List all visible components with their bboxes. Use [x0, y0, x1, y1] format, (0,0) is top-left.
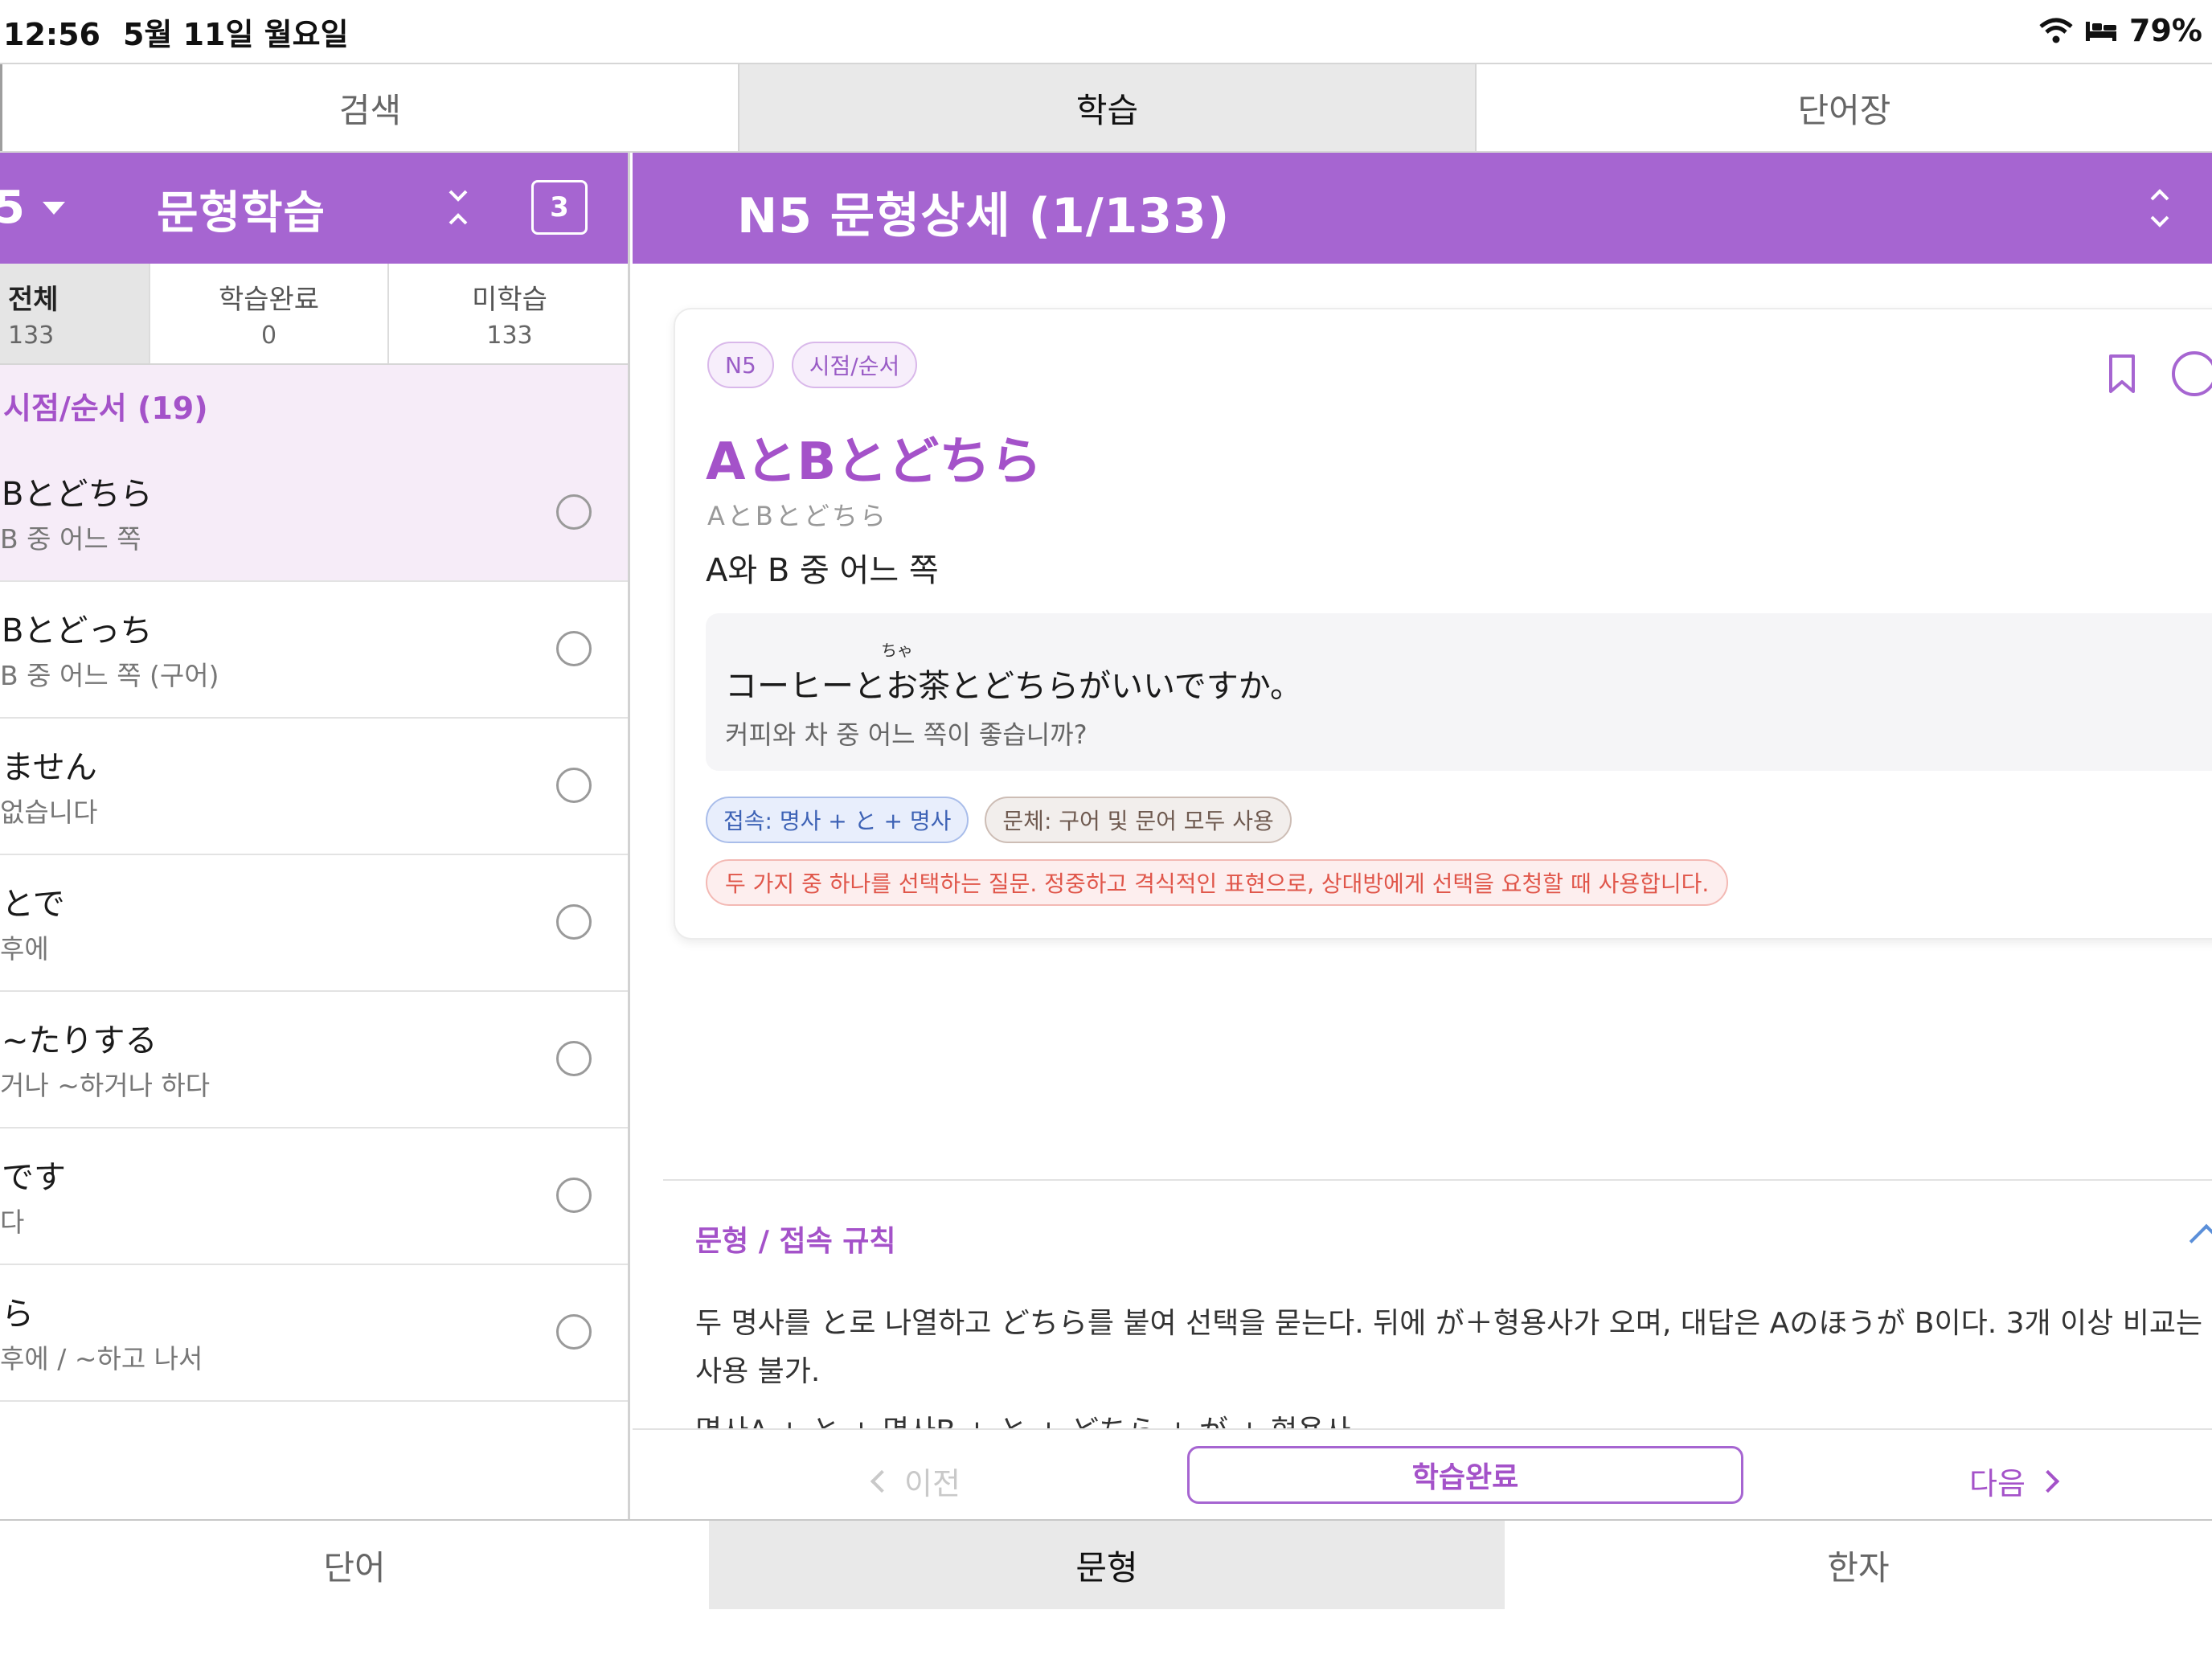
item-korean: B 중 어느 쪽 (구어)	[0, 660, 219, 691]
collapse-icon[interactable]	[444, 186, 473, 228]
example-box: ちゃ コーヒーとお茶とどちらがいいですか。 커피와 차 중 어느 쪽이 좋습니까…	[706, 613, 2212, 771]
rule-description: 두 명사를 と로 나열하고 どちら를 붙여 선택을 묻는다. 뒤에 が＋형용사가…	[695, 1307, 2203, 1388]
item-japanese: Bとどっち	[2, 612, 153, 649]
complete-circle-icon[interactable]	[556, 1314, 592, 1350]
item-korean: 다	[0, 1206, 25, 1238]
filter-unstudied-count: 133	[486, 322, 533, 350]
item-japanese: ません	[2, 749, 97, 786]
level-chip: N5	[707, 342, 774, 388]
list-item[interactable]: ません 없습니다	[0, 719, 628, 855]
tab-study[interactable]: 학습	[738, 64, 1475, 151]
detail-title: N5 문형상세 (1/133)	[737, 188, 1231, 244]
complete-toggle-icon[interactable]	[2172, 351, 2212, 396]
prev-label: 이전	[904, 1466, 961, 1501]
count-badge[interactable]: 3	[531, 180, 588, 235]
complete-circle-icon[interactable]	[556, 904, 592, 940]
tab-word[interactable]: 단어	[0, 1521, 709, 1609]
rule-formula: 명사A + と + 명사B + と + どちら + が + 형용사	[695, 1407, 1350, 1428]
level-label: 5	[0, 182, 25, 234]
next-label: 다음	[1969, 1466, 2026, 1501]
category-chip: 시점/순서	[791, 342, 918, 388]
tab-grammar[interactable]: 문형	[709, 1521, 1505, 1609]
rule-panel: 문형 / 접속 규칙 두 명사를 と로 나열하고 どちら를 붙여 선택을 묻는다…	[663, 1179, 2212, 1428]
status-bar: 12:56 5월 11일 월요일 79%	[0, 0, 2212, 63]
filter-completed[interactable]: 학습완료 0	[150, 264, 389, 363]
battery-level: 79%	[2129, 13, 2202, 48]
item-japanese: ら	[2, 1296, 34, 1333]
grammar-meaning: A와 B 중 어느 쪽	[706, 552, 939, 589]
wifi-icon	[2039, 18, 2073, 43]
filter-all-label: 전체	[8, 284, 59, 316]
section-header[interactable]: 시점/순서 (19)	[0, 365, 628, 445]
chevron-up-icon[interactable]	[2189, 1223, 2212, 1259]
tab-search[interactable]: 검색	[0, 64, 738, 151]
example-korean: 커피와 차 중 어느 쪽이 좋습니까?	[725, 719, 1088, 750]
filter-all-count: 133	[8, 322, 55, 350]
filter-unstudied[interactable]: 미학습 133	[389, 264, 628, 363]
level-dropdown[interactable]: 5	[0, 182, 65, 234]
bottom-tab-bar: 단어 문형 한자	[0, 1519, 2212, 1609]
chevron-left-icon	[870, 1469, 894, 1493]
grammar-reading: AとBとどちら	[707, 501, 888, 531]
item-korean: 없습니다	[0, 797, 98, 828]
list-item[interactable]: ~たりする 거나 ~하거나 하다	[0, 992, 628, 1129]
prev-button[interactable]: 이전	[870, 1459, 961, 1503]
list-header: 5 문형학습 3	[0, 153, 628, 264]
item-japanese: とで	[2, 886, 65, 923]
connection-tag: 접속: 명사 + と + 명사	[706, 797, 969, 843]
filter-completed-count: 0	[260, 322, 277, 350]
item-korean: 거나 ~하거나 하다	[0, 1070, 211, 1101]
list-item[interactable]: です 다	[0, 1129, 628, 1265]
tab-kanji[interactable]: 한자	[1505, 1521, 2212, 1609]
top-tab-bar: 검색 학습 단어장	[0, 63, 2212, 153]
grammar-card: N5 시점/순서 AとBとどちら AとBとどちら A와 B 중 어느 쪽 ちゃ …	[674, 308, 2212, 940]
list-title: 문형학습	[157, 187, 326, 240]
expand-updown-icon[interactable]	[2144, 185, 2176, 231]
complete-circle-icon[interactable]	[556, 1041, 592, 1076]
tab-wordbook[interactable]: 단어장	[1475, 64, 2212, 151]
furigana: ちゃ	[881, 641, 913, 660]
list-item[interactable]: Bとどっち B 중 어느 쪽 (구어)	[0, 582, 628, 719]
complete-circle-icon[interactable]	[556, 768, 592, 803]
grammar-title: AとBとどちら	[706, 432, 1043, 492]
mark-complete-button[interactable]: 학습완료	[1187, 1446, 1743, 1504]
style-tag: 문체: 구어 및 문어 모두 사용	[985, 797, 1292, 843]
chevron-right-icon	[2036, 1469, 2060, 1493]
next-button[interactable]: 다음	[1969, 1459, 2060, 1503]
usage-note: 두 가지 중 하나를 선택하는 질문. 정중하고 격식적인 표현으로, 상대방에…	[706, 859, 1729, 906]
list-item[interactable]: Bとどちら B 중 어느 쪽	[0, 445, 628, 582]
caret-down-icon	[42, 201, 65, 215]
grammar-list: Bとどちら B 중 어느 쪽 Bとどっち B 중 어느 쪽 (구어) ません 없…	[0, 445, 628, 1402]
example-japanese: コーヒーとお茶とどちらがいいですか。	[725, 668, 1302, 705]
list-item[interactable]: ら 후에 / ~하고 나서	[0, 1265, 628, 1402]
item-korean: 후에 / ~하고 나서	[0, 1343, 203, 1374]
detail-header: N5 문형상세 (1/133)	[633, 153, 2212, 264]
detail-nav-bar: 이전 학습완료 다음	[633, 1428, 2212, 1519]
filter-tabs: 전체 133 학습완료 0 미학습 133	[0, 264, 628, 365]
bookmark-icon[interactable]	[2106, 353, 2138, 395]
rule-title: 문형 / 접속 규칙	[695, 1225, 896, 1258]
item-japanese: ~たりする	[2, 1022, 158, 1059]
complete-circle-icon[interactable]	[556, 631, 592, 666]
item-japanese: です	[2, 1159, 66, 1196]
complete-circle-icon[interactable]	[556, 494, 592, 530]
item-korean: B 중 어느 쪽	[0, 523, 141, 555]
status-time: 12:56	[3, 17, 100, 52]
filter-all[interactable]: 전체 133	[0, 264, 150, 363]
filter-completed-label: 학습완료	[218, 284, 320, 316]
item-japanese: Bとどちら	[2, 476, 153, 513]
bed-icon	[2086, 22, 2117, 41]
grammar-list-pane: 5 문형학습 3 전체 133 학습완료 0 미학습 133 시점/순서 (19…	[0, 153, 630, 1519]
filter-unstudied-label: 미학습	[472, 284, 547, 316]
complete-circle-icon[interactable]	[556, 1178, 592, 1213]
item-korean: 후에	[0, 933, 49, 965]
list-item[interactable]: とで 후에	[0, 855, 628, 992]
status-date: 5월 11일 월요일	[122, 17, 349, 52]
